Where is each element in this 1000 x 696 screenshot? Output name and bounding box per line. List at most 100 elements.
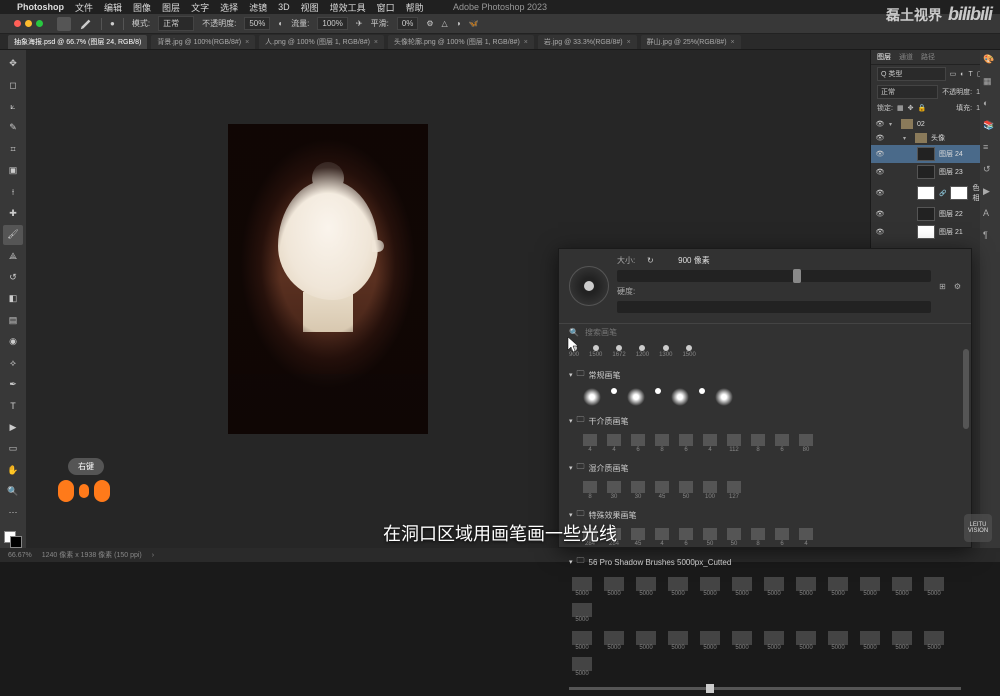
marquee-tool[interactable]: ◻ [3,75,23,94]
link-icon[interactable]: 🔗 [939,190,946,197]
tab-document-6[interactable]: 群山.jpg @ 25%(RGB/8#)× [641,35,741,49]
lock-all-icon[interactable]: 🔒 [917,104,926,112]
brush-preset[interactable]: 30 [631,481,645,500]
menu-filter[interactable]: 滤镜 [249,1,267,14]
blur-tool[interactable]: ◉ [3,332,23,351]
brush-preset[interactable]: 5000 [601,631,627,651]
brush-preset[interactable]: 6 [631,434,645,453]
mask-thumbnail[interactable] [950,186,968,200]
actions-panel-icon[interactable]: ▶ [983,186,997,200]
brush-preset[interactable]: 8 [751,434,765,453]
menu-window[interactable]: 窗口 [377,1,395,14]
brush-preset-icon[interactable]: ● [110,19,115,28]
brush-preset[interactable]: 5000 [569,657,595,677]
pen-tool[interactable]: ✒ [3,375,23,394]
disclosure-arrow-icon[interactable]: ▾ [569,417,573,425]
blend-mode-select[interactable]: 正常 [158,16,194,31]
quick-select-tool[interactable]: ✎ [3,118,23,137]
zoom-tool[interactable]: 🔍 [3,482,23,501]
lock-pixels-icon[interactable]: ▦ [897,104,904,112]
zoom-window-icon[interactable] [36,20,43,27]
brush-search-input[interactable] [585,328,961,337]
libraries-panel-icon[interactable]: 📚 [983,120,997,134]
edit-toolbar[interactable]: ⋯ [3,503,23,522]
path-select-tool[interactable]: ▶ [3,418,23,437]
lock-position-icon[interactable]: ✥ [908,104,914,112]
brush-preset[interactable]: 4 [703,434,717,453]
paragraph-panel-icon[interactable]: ¶ [983,230,997,244]
menu-image[interactable]: 图像 [133,1,151,14]
tab-document-4[interactable]: 头像轮廓.png @ 100% (图层 1, RGB/8#)× [388,35,534,49]
disclosure-arrow-icon[interactable]: ▾ [903,135,911,142]
recent-brush[interactable]: 1300 [659,345,672,358]
brush-preset[interactable]: 100 [703,481,717,500]
zoom-level[interactable]: 66.67% [8,552,32,559]
home-button[interactable] [57,17,71,31]
pressure-size-icon[interactable]: ◑ [456,19,461,28]
layer-filter-kind[interactable]: Q 类型 [877,67,946,81]
brush-preset[interactable] [715,388,733,406]
filter-icon[interactable]: T [968,71,972,78]
brush-preset[interactable]: 127 [727,481,741,500]
brush-hardness-slider[interactable] [617,301,931,313]
brush-preset[interactable]: 5000 [889,631,915,651]
brush-preset[interactable]: 5000 [729,631,755,651]
menu-select[interactable]: 选择 [220,1,238,14]
brush-preset[interactable]: 5000 [761,631,787,651]
close-window-icon[interactable] [14,20,21,27]
eraser-tool[interactable]: ◧ [3,289,23,308]
brush-preset[interactable]: 5000 [633,631,659,651]
brush-preset[interactable]: 4 [583,434,597,453]
brush-preset[interactable]: 45 [631,528,645,547]
menu-plugins[interactable]: 增效工具 [330,1,366,14]
brush-preset[interactable]: 5000 [729,577,755,597]
brush-preset[interactable]: 5000 [569,577,595,597]
brush-preset[interactable]: 5000 [697,631,723,651]
visibility-toggle-icon[interactable]: 👁 [875,210,885,218]
brush-preset[interactable]: 8 [655,434,669,453]
swatches-panel-icon[interactable]: ▦ [983,76,997,90]
flow-value[interactable]: 100% [317,17,347,30]
visibility-toggle-icon[interactable]: 👁 [875,189,885,197]
brush-preset[interactable]: 5000 [697,577,723,597]
tab-paths[interactable]: 路径 [921,52,935,62]
smoothing-options-icon[interactable]: ⚙ [426,19,433,28]
brush-preset[interactable] [655,388,661,406]
heal-tool[interactable]: ✚ [3,204,23,223]
brush-preset[interactable]: 5000 [569,603,595,623]
brush-preset[interactable]: 6 [679,528,693,547]
history-panel-icon[interactable]: ↺ [983,164,997,178]
properties-panel-icon[interactable]: ≡ [983,142,997,156]
tab-document-3[interactable]: 人.png @ 100% (图层 1, RGB/8#)× [259,35,384,49]
visibility-toggle-icon[interactable]: 👁 [875,228,885,236]
brush-preset[interactable]: 30 [607,481,621,500]
brush-preset[interactable]: 5000 [793,631,819,651]
gradient-tool[interactable]: ▤ [3,311,23,330]
layer-thumbnail[interactable] [917,207,935,221]
menu-edit[interactable]: 编辑 [104,1,122,14]
layer-thumbnail[interactable] [917,186,935,200]
brush-preset[interactable]: 5000 [857,577,883,597]
brush-preset[interactable]: 5000 [665,631,691,651]
panel-scrollbar[interactable] [963,349,969,429]
brush-preset[interactable] [583,388,601,406]
shape-tool[interactable]: ▭ [3,439,23,458]
brush-preset[interactable]: 50 [727,528,741,547]
color-panel-icon[interactable]: 🎨 [983,54,997,68]
disclosure-arrow-icon[interactable]: ▾ [569,558,573,566]
document-info[interactable]: 1240 像素 x 1938 像素 (150 ppi) [42,550,142,560]
tab-close-icon[interactable]: × [731,39,735,46]
menu-3d[interactable]: 3D [278,2,290,12]
brush-preset[interactable]: 80 [799,434,813,453]
brush-size-slider[interactable] [617,270,931,282]
angle-icon[interactable]: △ [442,19,448,28]
recent-brush[interactable]: 1500 [589,345,602,358]
brush-preset[interactable]: 5000 [825,631,851,651]
brush-preset[interactable]: 6 [775,528,789,547]
eyedropper-tool[interactable]: ⟊ [3,182,23,201]
brush-preset[interactable]: 5000 [825,577,851,597]
brush-preset[interactable]: 5000 [633,577,659,597]
brush-preset[interactable]: 50 [679,481,693,500]
brush-preset[interactable]: 5000 [665,577,691,597]
menu-layer[interactable]: 图层 [162,1,180,14]
